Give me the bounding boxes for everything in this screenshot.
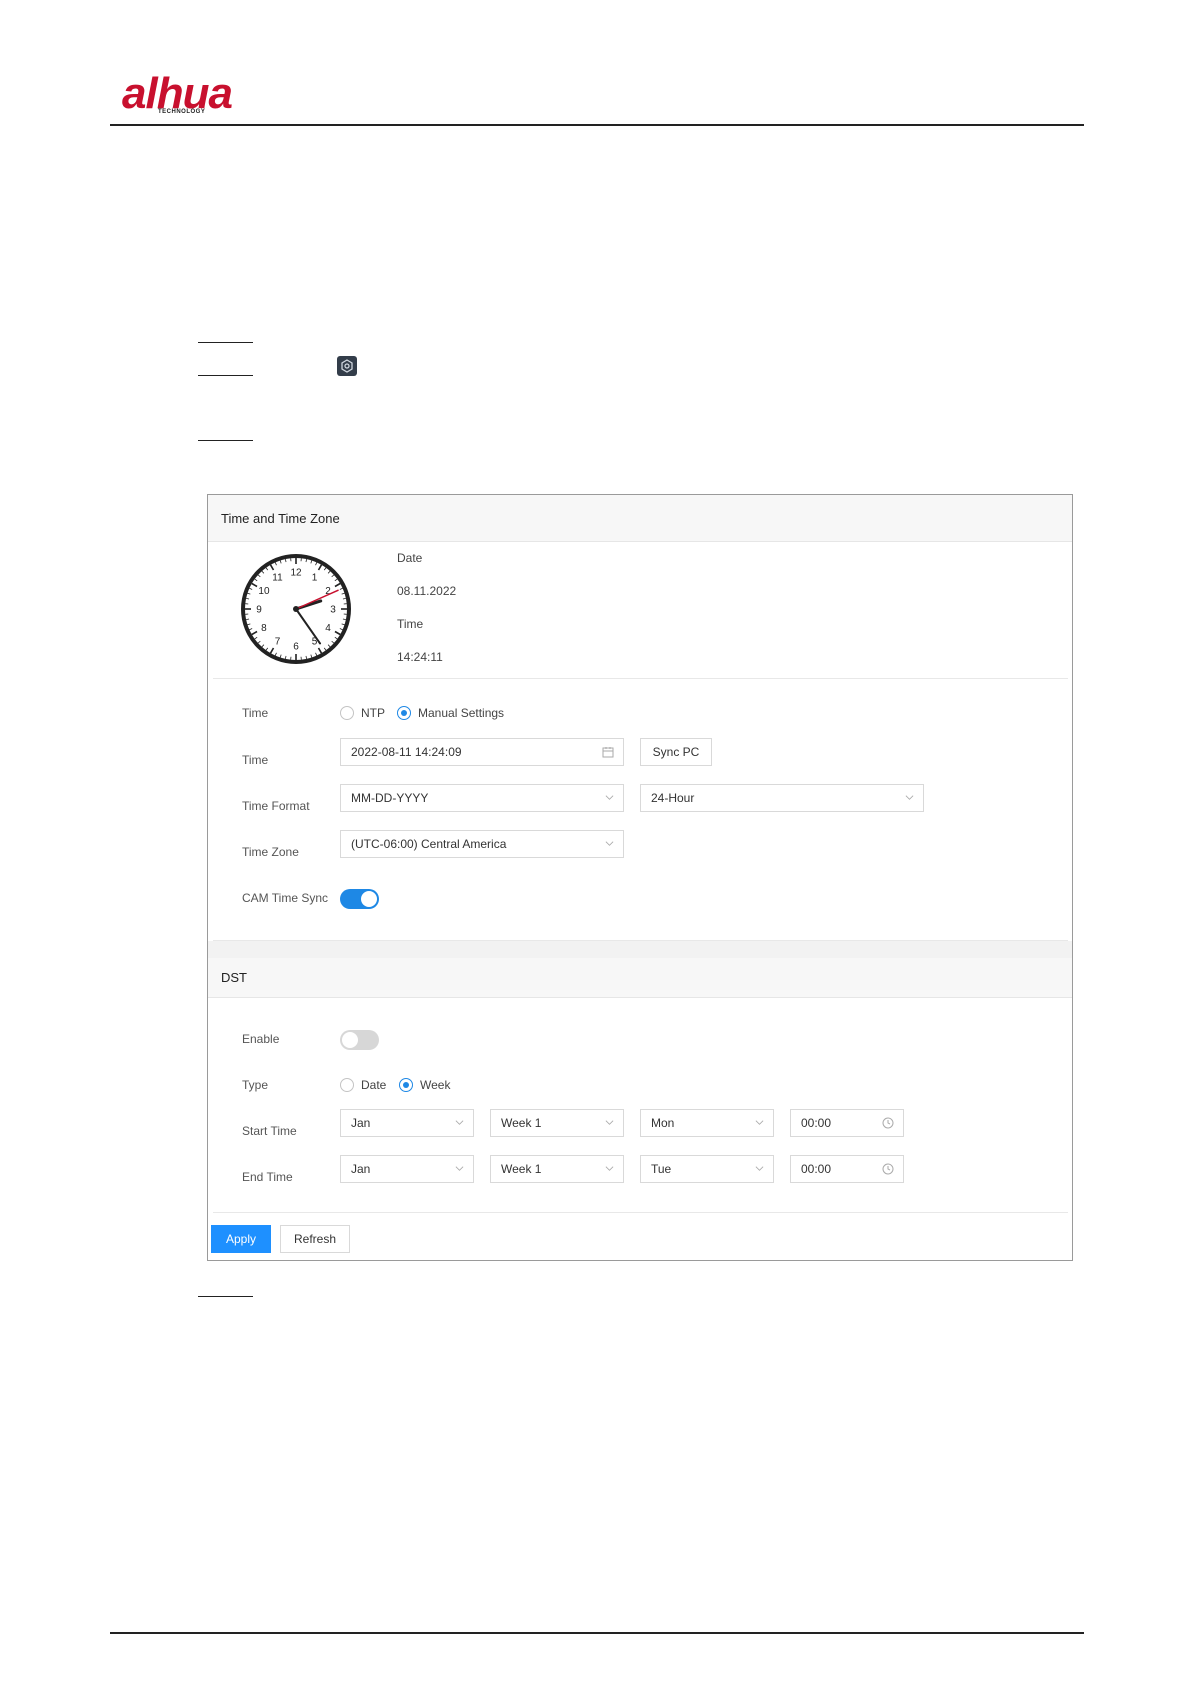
step-marker (198, 1296, 253, 1297)
step-marker (198, 440, 253, 441)
end-month-select[interactable]: Jan (340, 1155, 474, 1183)
time-value: 14:24:11 (397, 650, 443, 664)
radio-ntp-label: NTP (361, 706, 385, 720)
dst-enable-toggle[interactable] (340, 1030, 379, 1050)
chevron-down-icon (455, 1166, 464, 1171)
time-format-label: Time Format (242, 799, 310, 813)
start-week-select[interactable]: Week 1 (490, 1109, 624, 1137)
start-month-select[interactable]: Jan (340, 1109, 474, 1137)
start-time-label: Start Time (242, 1124, 297, 1138)
section-title-dst: DST (208, 958, 1072, 998)
dst-type-label: Type (242, 1078, 269, 1092)
hour-format-value: 24-Hour (651, 791, 695, 805)
dst-enable-label: Enable (242, 1032, 280, 1046)
divider (213, 1212, 1068, 1213)
hour-format-select[interactable]: 24-Hour (640, 784, 924, 812)
time-zone-label: Time Zone (242, 845, 299, 859)
start-week-value: Week 1 (501, 1116, 542, 1130)
sync-pc-button[interactable]: Sync PC (640, 738, 712, 766)
chevron-down-icon (455, 1120, 464, 1125)
clock-numeral: 3 (330, 605, 336, 616)
radio-ntp[interactable] (340, 706, 354, 720)
end-time-value: 00:00 (801, 1162, 832, 1176)
end-day-select[interactable]: Tue (640, 1155, 774, 1183)
calendar-icon (602, 747, 614, 758)
radio-type-week[interactable] (399, 1078, 413, 1092)
chevron-down-icon (605, 1166, 614, 1171)
date-format-select[interactable]: MM-DD-YYYY (340, 784, 624, 812)
radio-manual-settings-label: Manual Settings (418, 706, 505, 720)
date-format-value: MM-DD-YYYY (351, 791, 429, 805)
chevron-down-icon (605, 795, 614, 800)
radio-type-date-label: Date (361, 1078, 387, 1092)
clock-numeral: 12 (290, 568, 302, 579)
end-week-value: Week 1 (501, 1162, 542, 1176)
clock-icon (882, 1117, 894, 1129)
start-day-select[interactable]: Mon (640, 1109, 774, 1137)
radio-type-date[interactable] (340, 1078, 354, 1092)
clock-numeral: 6 (293, 642, 299, 653)
dahua-logo: alhua TECHNOLOGY (122, 70, 262, 120)
apply-button[interactable]: Apply (211, 1225, 271, 1253)
section-title-time-zone: Time and Time Zone (208, 495, 1072, 542)
time-input[interactable]: 2022-08-11 14:24:09 (340, 738, 624, 766)
end-time-label: End Time (242, 1170, 293, 1184)
clock-numeral: 8 (261, 623, 267, 634)
end-time-input[interactable]: 00:00 (790, 1155, 904, 1183)
time-zone-select[interactable]: (UTC-06:00) Central America (340, 830, 624, 858)
end-day-value: Tue (651, 1162, 672, 1176)
time-mode-label: Time (242, 706, 269, 720)
clock-numeral: 4 (325, 623, 331, 634)
radio-type-week-label: Week (420, 1078, 451, 1092)
time-zone-value: (UTC-06:00) Central America (351, 837, 507, 851)
time-settings-panel: Time and Time Zone 12 1 2 3 4 5 6 7 8 9 10 11 Date … (207, 494, 1073, 1261)
time-field-label: Time (242, 753, 269, 767)
step-marker (198, 375, 253, 376)
time-input-value: 2022-08-11 14:24:09 (351, 745, 462, 759)
clock-numeral: 1 (312, 572, 318, 583)
end-month-value: Jan (351, 1162, 371, 1176)
settings-gear-icon (337, 356, 357, 376)
start-day-value: Mon (651, 1116, 675, 1130)
start-time-input[interactable]: 00:00 (790, 1109, 904, 1137)
refresh-button[interactable]: Refresh (280, 1225, 350, 1253)
start-month-value: Jan (351, 1116, 371, 1130)
clock-numeral: 10 (258, 586, 270, 597)
footer-rule (110, 1632, 1084, 1634)
header-rule (110, 124, 1084, 126)
time-label: Time (397, 617, 424, 631)
chevron-down-icon (605, 841, 614, 846)
cam-time-sync-toggle[interactable] (340, 889, 379, 909)
date-label: Date (397, 551, 423, 565)
section-gap (208, 941, 1072, 959)
divider (213, 678, 1068, 679)
cam-time-sync-label: CAM Time Sync (242, 891, 329, 905)
date-value: 08.11.2022 (397, 584, 457, 598)
chevron-down-icon (605, 1120, 614, 1125)
chevron-down-icon (755, 1166, 764, 1171)
radio-manual-settings[interactable] (397, 706, 411, 720)
analog-clock-icon: 12 1234567891011 (241, 554, 351, 664)
step-marker (198, 342, 253, 343)
clock-numeral: 9 (256, 605, 262, 616)
chevron-down-icon (755, 1120, 764, 1125)
clock-icon (882, 1163, 894, 1175)
clock-numeral: 7 (275, 637, 281, 648)
end-week-select[interactable]: Week 1 (490, 1155, 624, 1183)
logo-subtext: TECHNOLOGY (158, 109, 206, 115)
clock-numeral: 11 (272, 572, 283, 583)
chevron-down-icon (905, 795, 914, 800)
start-time-value: 00:00 (801, 1116, 832, 1130)
